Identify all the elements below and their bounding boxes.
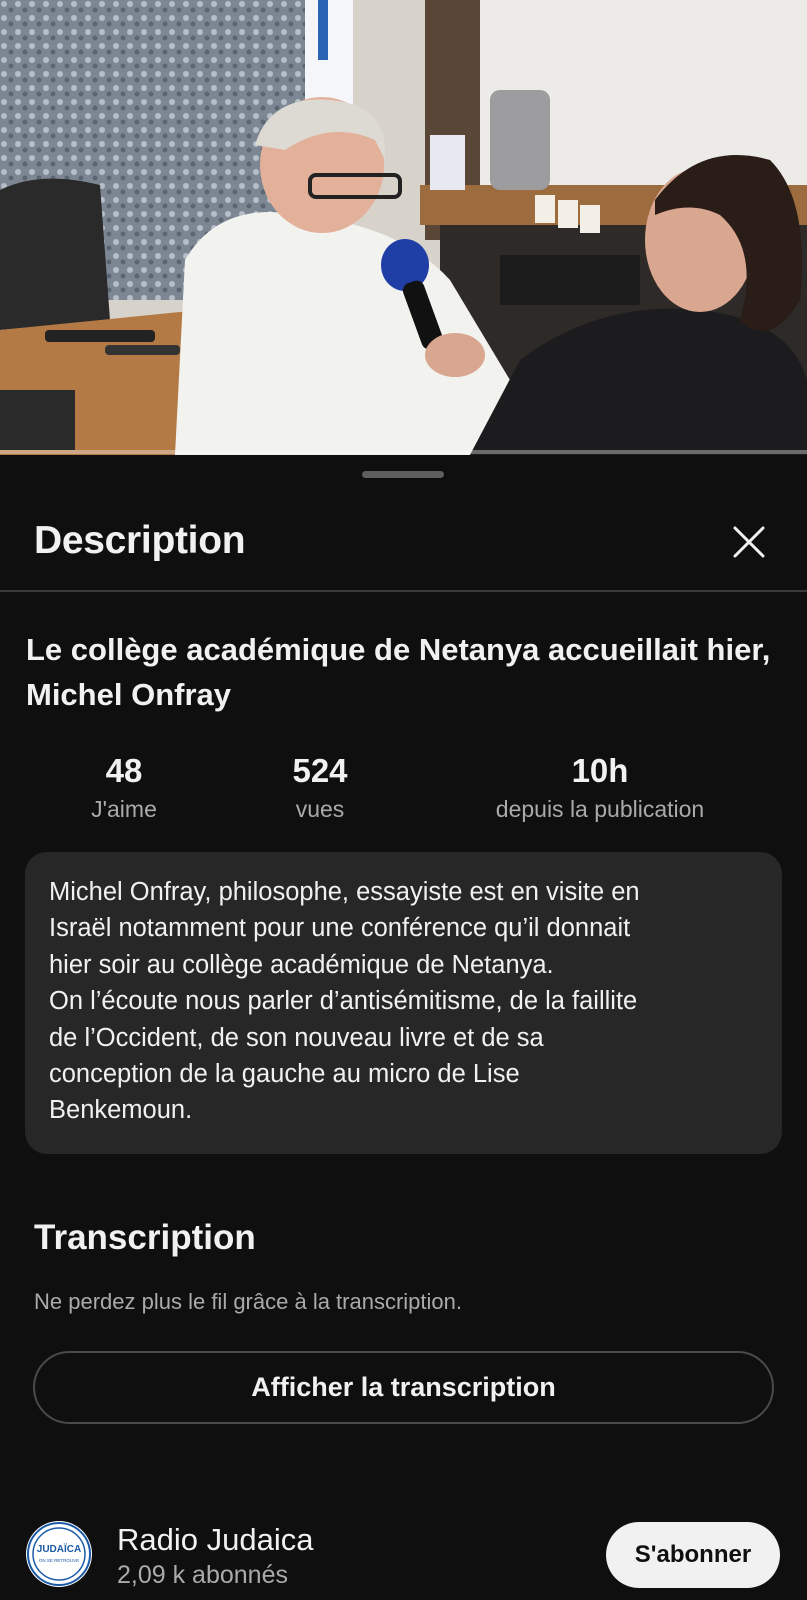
close-button[interactable] bbox=[726, 519, 772, 565]
video-player[interactable] bbox=[0, 0, 807, 455]
subscriber-count: 2,09 k abonnés bbox=[117, 1561, 288, 1589]
description-box[interactable]: Michel Onfray, philosophe, essayiste est… bbox=[25, 852, 782, 1154]
stat-views: 524 vues bbox=[260, 752, 380, 824]
progress-bar[interactable] bbox=[0, 450, 807, 454]
age-label: depuis la publication bbox=[495, 796, 705, 822]
close-icon bbox=[733, 526, 765, 558]
description-line: hier soir au collège académique de Netan… bbox=[49, 950, 554, 979]
likes-label: J'aime bbox=[91, 796, 157, 822]
likes-count: 48 bbox=[105, 752, 143, 789]
avatar-text: JUDAÏCA bbox=[37, 1542, 81, 1555]
show-transcript-button[interactable]: Afficher la transcription bbox=[33, 1351, 774, 1424]
description-line: conception de la gauche au micro de Lise bbox=[49, 1060, 520, 1089]
age-value: 10h bbox=[571, 752, 629, 789]
description-line: de l’Occident, de son nouveau livre et d… bbox=[49, 1023, 544, 1052]
drag-handle[interactable] bbox=[362, 471, 444, 478]
divider bbox=[0, 590, 807, 592]
sheet-title: Description bbox=[34, 519, 246, 562]
description-sheet: Description Le collège académique de Net… bbox=[0, 455, 807, 1600]
transcript-subtitle: Ne perdez plus le fil grâce à la transcr… bbox=[34, 1289, 462, 1314]
description-line: Israël notamment pour une conférence qu’… bbox=[49, 914, 631, 943]
avatar-subtext: ON SE RETROUVE bbox=[39, 1558, 79, 1563]
channel-name[interactable]: Radio Judaica bbox=[117, 1522, 313, 1558]
video-thumbnail bbox=[0, 0, 807, 455]
description-line: Benkemoun. bbox=[49, 1096, 193, 1125]
views-count: 524 bbox=[292, 752, 348, 789]
stat-age: 10h depuis la publication bbox=[470, 752, 730, 824]
subscribe-button[interactable]: S'abonner bbox=[606, 1522, 780, 1588]
views-label: vues bbox=[295, 796, 345, 822]
channel-avatar[interactable]: JUDAÏCA ON SE RETROUVE bbox=[26, 1521, 92, 1587]
video-title: Le collège académique de Netanya accueil… bbox=[26, 632, 771, 712]
transcript-heading: Transcription bbox=[34, 1218, 256, 1257]
stat-likes: 48 J'aime bbox=[64, 752, 184, 824]
description-line: Michel Onfray, philosophe, essayiste est… bbox=[49, 878, 640, 906]
channel-logo: JUDAÏCA ON SE RETROUVE bbox=[27, 1522, 91, 1586]
description-line: On l’écoute nous parler d’antisémitisme,… bbox=[49, 987, 638, 1016]
